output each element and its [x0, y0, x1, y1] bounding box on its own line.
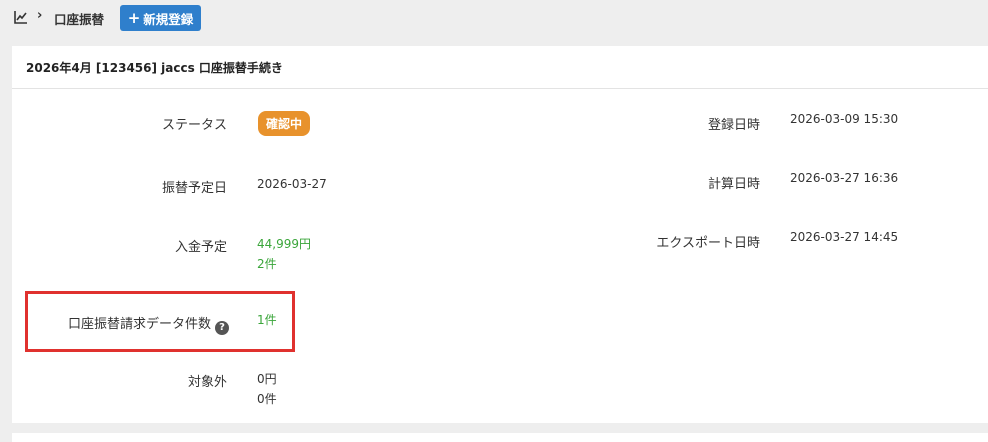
request-count-label: 口座振替請求データ件数?	[68, 313, 229, 335]
new-register-label: 新規登録	[143, 11, 194, 27]
transfer-date-value: 2026-03-27	[257, 177, 327, 191]
new-register-button[interactable]: + 新規登録	[120, 5, 201, 31]
chevron-right-icon: ›	[37, 8, 43, 23]
registered-at-label: 登録日時	[707, 118, 760, 133]
top-bar: › 口座振替 + 新規登録	[0, 0, 988, 36]
exported-at-label: エクスポート日時	[656, 236, 760, 251]
card-title: 2026年4月 [123456] jaccs 口座振替手続き	[26, 61, 283, 75]
plus-icon: +	[127, 8, 141, 27]
breadcrumb-title: 口座振替	[54, 12, 105, 27]
excluded-label: 対象外	[187, 375, 227, 390]
deposit-label: 入金予定	[174, 240, 227, 255]
detail-card: 2026年4月 [123456] jaccs 口座振替手続き ステータス 確認中…	[12, 46, 988, 423]
exported-at-value: 2026-03-27 14:45	[790, 230, 899, 244]
status-label: ステータス	[161, 118, 227, 133]
request-count-value: 1件	[257, 313, 277, 327]
excluded-count: 0件	[257, 392, 277, 406]
transfer-date-label: 振替予定日	[161, 181, 227, 196]
excluded-amount: 0円	[257, 372, 277, 386]
deposit-count: 2件	[257, 257, 277, 271]
next-card-edge	[12, 433, 988, 442]
calculated-at-label: 計算日時	[707, 177, 760, 192]
calculated-at-value: 2026-03-27 16:36	[790, 171, 899, 185]
deposit-amount: 44,999円	[257, 237, 311, 251]
card-header: 2026年4月 [123456] jaccs 口座振替手続き	[12, 46, 988, 89]
registered-at-value: 2026-03-09 15:30	[790, 112, 899, 126]
line-chart-icon[interactable]	[14, 10, 28, 24]
question-circle-icon[interactable]: ?	[215, 320, 229, 335]
request-count-label-text: 口座振替請求データ件数	[67, 317, 211, 332]
status-badge: 確認中	[258, 111, 310, 136]
